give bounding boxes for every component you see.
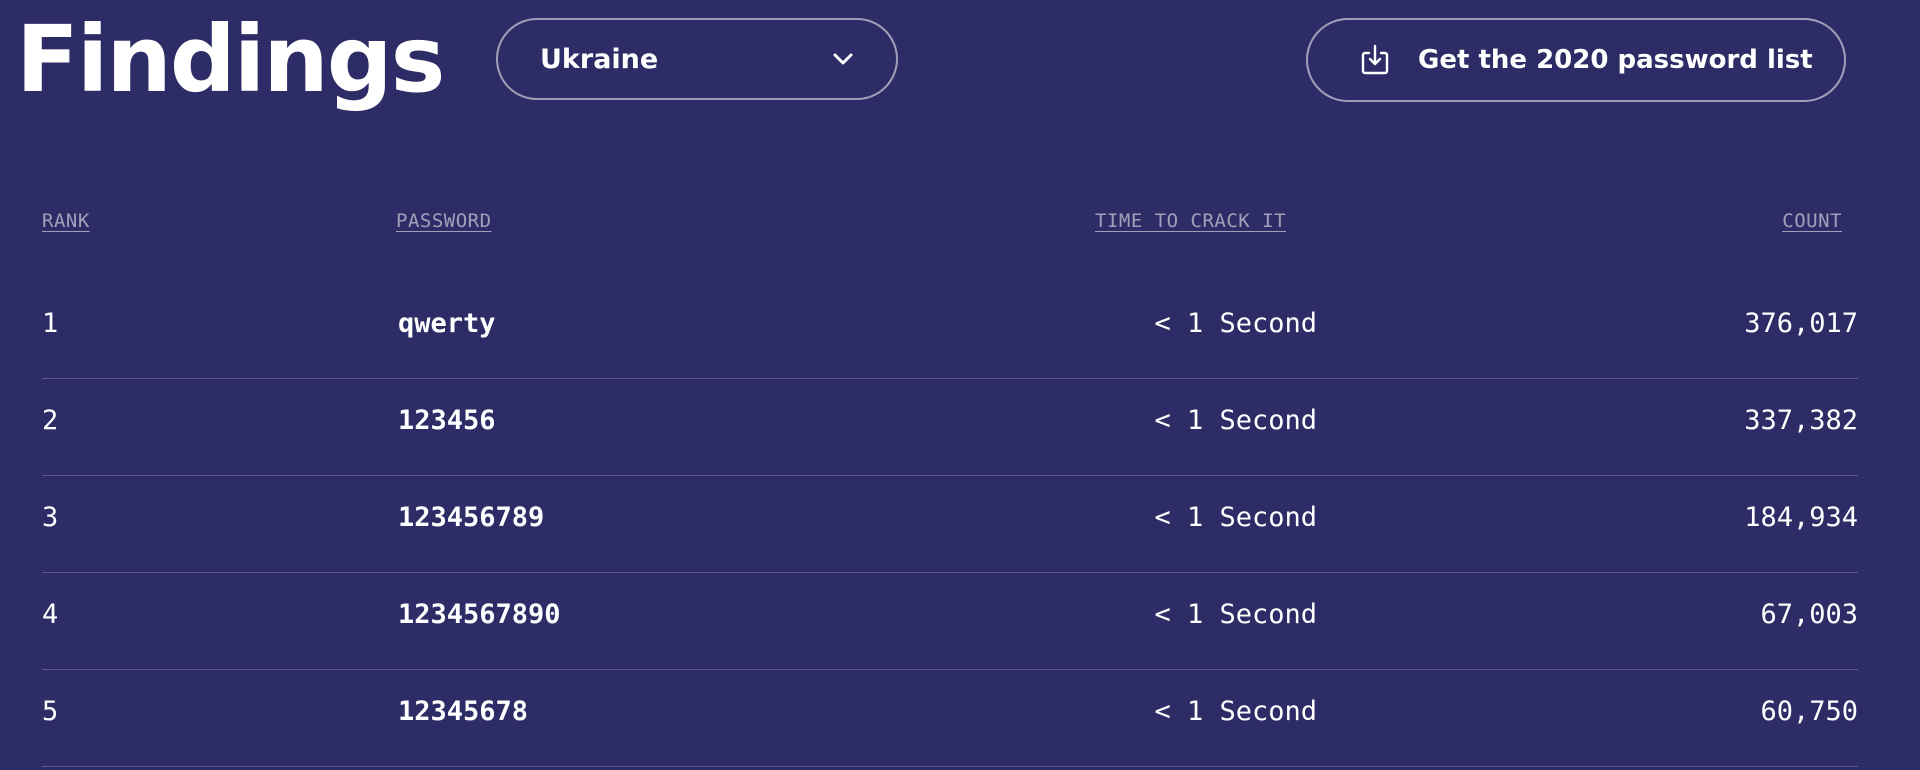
table-row: 1 qwerty < 1 Second 376,017 [42, 282, 1858, 379]
country-select[interactable]: Ukraine [496, 18, 898, 100]
rank-cell: 4 [42, 599, 59, 630]
chevron-down-icon [830, 46, 856, 72]
rank-cell: 2 [42, 405, 59, 436]
password-cell: 1234567890 [398, 599, 561, 630]
time-to-crack-cell: < 1 Second [1154, 599, 1317, 630]
rank-cell: 5 [42, 696, 59, 727]
table-row: 3 123456789 < 1 Second 184,934 [42, 476, 1858, 573]
count-cell: 337,382 [1744, 405, 1858, 436]
download-icon [1358, 43, 1392, 77]
rank-cell: 3 [42, 502, 59, 533]
password-table: RANK PASSWORD TIME TO CRACK IT COUNT 1 q… [42, 200, 1858, 767]
download-password-list-button[interactable]: Get the 2020 password list [1306, 18, 1846, 102]
time-to-crack-cell: < 1 Second [1154, 405, 1317, 436]
table-row: 5 12345678 < 1 Second 60,750 [42, 670, 1858, 767]
time-to-crack-cell: < 1 Second [1154, 502, 1317, 533]
column-header-password[interactable]: PASSWORD [396, 210, 492, 232]
time-to-crack-cell: < 1 Second [1154, 696, 1317, 727]
column-header-time-to-crack[interactable]: TIME TO CRACK IT [1095, 210, 1286, 232]
table-row: 4 1234567890 < 1 Second 67,003 [42, 573, 1858, 670]
country-select-value: Ukraine [540, 43, 659, 75]
count-cell: 184,934 [1744, 502, 1858, 533]
password-cell: 12345678 [398, 696, 529, 727]
column-header-count[interactable]: COUNT [1782, 210, 1842, 232]
password-cell: qwerty [398, 308, 496, 339]
count-cell: 67,003 [1760, 599, 1858, 630]
time-to-crack-cell: < 1 Second [1154, 308, 1317, 339]
count-cell: 60,750 [1760, 696, 1858, 727]
password-cell: 123456789 [398, 502, 545, 533]
download-button-label: Get the 2020 password list [1418, 45, 1813, 75]
table-body: 1 qwerty < 1 Second 376,017 2 123456 < 1… [42, 282, 1858, 767]
table-row: 2 123456 < 1 Second 337,382 [42, 379, 1858, 476]
table-header: RANK PASSWORD TIME TO CRACK IT COUNT [42, 200, 1858, 244]
password-cell: 123456 [398, 405, 496, 436]
page-title: Findings [16, 6, 445, 113]
rank-cell: 1 [42, 308, 59, 339]
count-cell: 376,017 [1744, 308, 1858, 339]
column-header-rank[interactable]: RANK [42, 210, 90, 232]
